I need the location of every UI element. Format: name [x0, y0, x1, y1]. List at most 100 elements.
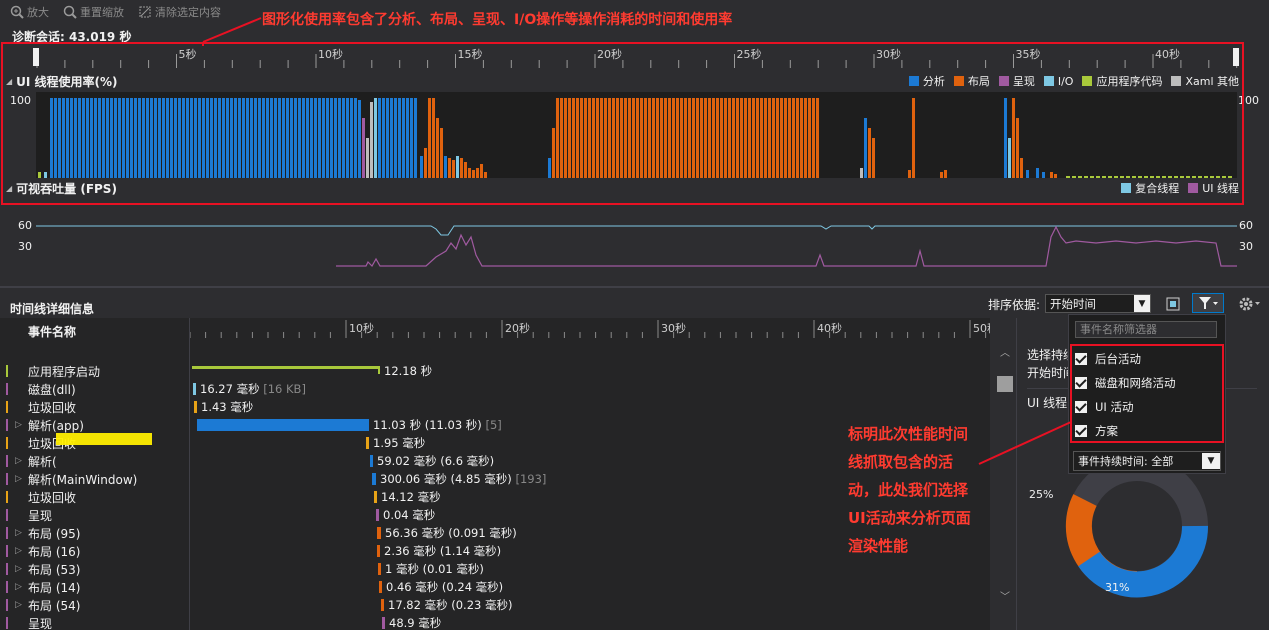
- expand-icon[interactable]: ▷: [15, 546, 22, 556]
- event-row[interactable]: 磁盘(dll) 16.27 毫秒 [16 KB]: [0, 380, 990, 398]
- event-duration-bar[interactable]: [376, 509, 379, 521]
- event-row[interactable]: 呈现 48.9 毫秒: [0, 614, 990, 630]
- annotation-side-arrow: [978, 421, 1072, 465]
- category-marker: [6, 437, 8, 449]
- event-duration-bar[interactable]: [379, 581, 382, 593]
- event-row[interactable]: ▷ 解析(59.02 毫秒 (6.6 毫秒): [0, 452, 990, 470]
- duration-dropdown[interactable]: 事件持续时间: 全部 ▼: [1073, 451, 1221, 471]
- donut-parse-slice: [1078, 525, 1209, 598]
- event-duration-bar[interactable]: [378, 563, 381, 575]
- event-duration-bar[interactable]: [192, 366, 380, 369]
- event-duration-label: 0.46 毫秒 (0.24 毫秒): [386, 579, 503, 595]
- event-duration-bar[interactable]: [372, 473, 376, 485]
- event-duration-bar[interactable]: [370, 455, 373, 467]
- event-row[interactable]: ▷ 布局 (14) 0.46 毫秒 (0.24 毫秒): [0, 578, 990, 596]
- category-marker: [6, 419, 8, 431]
- event-duration-bar[interactable]: [377, 545, 380, 557]
- splitter[interactable]: [0, 286, 1269, 288]
- magnifier-plus-icon: [10, 5, 24, 19]
- expand-icon[interactable]: ▷: [15, 420, 22, 430]
- fps-y-60-right: 60: [1239, 219, 1253, 232]
- event-name-filter-input[interactable]: 事件名称筛选器: [1075, 321, 1217, 338]
- fit-selection-icon: [1166, 297, 1180, 310]
- event-duration-bar[interactable]: [377, 527, 381, 539]
- event-duration-bar[interactable]: [366, 437, 369, 449]
- event-name: 磁盘(dll): [28, 382, 76, 397]
- category-marker: [6, 473, 8, 485]
- event-row[interactable]: ▷ 解析(MainWindow) 300.06 毫秒 (4.85 毫秒) [193]: [0, 470, 990, 488]
- category-marker: [6, 527, 8, 539]
- fps-lines: [36, 225, 1237, 267]
- event-duration-bar[interactable]: [193, 383, 196, 395]
- event-duration-bar[interactable]: [194, 401, 197, 413]
- annotation-line: UI活动来分析页面: [848, 509, 971, 527]
- category-marker: [6, 401, 8, 413]
- event-row[interactable]: ▷ 布局 (95) 56.36 毫秒 (0.091 毫秒): [0, 524, 990, 542]
- event-duration-label: 0.04 毫秒: [383, 507, 435, 523]
- event-duration-bar[interactable]: [197, 419, 369, 431]
- category-marker: [6, 383, 8, 395]
- event-duration-value: 0.04 毫秒: [383, 508, 436, 522]
- event-row[interactable]: ▷ 布局 (53) 1 毫秒 (0.01 毫秒): [0, 560, 990, 578]
- sort-dropdown[interactable]: 开始时间 ▼: [1045, 294, 1151, 313]
- event-row[interactable]: ▷ 解析(app) 11.03 秒 (11.03 秒) [5]: [0, 416, 990, 434]
- sort-label: 排序依据:: [988, 298, 1041, 312]
- event-row[interactable]: 应用程序启动 12.18 秒: [0, 362, 990, 380]
- event-duration-bar[interactable]: [374, 491, 377, 503]
- column-header-event-name: 事件名称: [28, 325, 77, 339]
- event-name: 布局 (14): [28, 580, 81, 595]
- event-name: 布局 (54): [28, 598, 81, 613]
- event-row[interactable]: 垃圾回收 1.43 毫秒: [0, 398, 990, 416]
- event-duration-bar[interactable]: [381, 599, 384, 611]
- annotation-line: 标明此次性能时间: [848, 425, 969, 443]
- details-ruler-label: 20秒: [505, 321, 530, 335]
- settings-button[interactable]: [1235, 294, 1263, 314]
- donut-chart[interactable]: [1057, 458, 1217, 598]
- event-duration-value: 1.95 毫秒: [373, 436, 426, 450]
- event-duration-label: 16.27 毫秒 [16 KB]: [200, 381, 306, 397]
- event-duration-value: 300.06 毫秒 (4.85 毫秒): [380, 472, 512, 486]
- app-window: 放大 重置缩放 清除选定内容 图形化使用率包含了分析、布局、呈现、I/O操作等操…: [0, 0, 1269, 630]
- scroll-down-icon[interactable]: ﹀: [1000, 588, 1010, 603]
- expand-icon[interactable]: ▷: [15, 474, 22, 484]
- scroll-up-icon[interactable]: ︿: [1000, 344, 1010, 359]
- category-marker: [6, 491, 8, 503]
- expand-icon[interactable]: ▷: [15, 456, 22, 466]
- scroll-thumb[interactable]: [997, 376, 1013, 392]
- event-name: 布局 (95): [28, 526, 81, 541]
- event-count: [16 KB]: [259, 382, 306, 396]
- event-duration-bar[interactable]: [382, 617, 385, 629]
- filter-button[interactable]: [1192, 293, 1224, 313]
- details-ruler-label: 40秒: [817, 321, 842, 335]
- expand-icon[interactable]: ▷: [15, 528, 22, 538]
- annotation-line: 动，此处我们选择: [848, 481, 969, 499]
- chevron-down-icon[interactable]: ▼: [1202, 453, 1220, 469]
- expand-icon[interactable]: ▷: [15, 600, 22, 610]
- details-scrollbar[interactable]: ︿ ﹀: [996, 340, 1014, 608]
- event-row[interactable]: ▷ 布局 (54) 17.82 毫秒 (0.23 毫秒): [0, 596, 990, 614]
- expand-icon[interactable]: ▷: [15, 582, 22, 592]
- event-duration-label: 300.06 毫秒 (4.85 毫秒) [193]: [380, 471, 546, 487]
- reset-zoom-label: 重置缩放: [80, 6, 124, 19]
- event-duration-value: 59.02 毫秒 (6.6 毫秒): [377, 454, 495, 468]
- event-count: [5]: [481, 418, 502, 432]
- event-name: 垃圾回收: [28, 400, 77, 415]
- category-marker: [6, 563, 8, 575]
- expand-icon[interactable]: ▷: [15, 564, 22, 574]
- fit-view-button[interactable]: [1163, 294, 1183, 313]
- zoom-in-button[interactable]: 放大: [10, 4, 49, 20]
- event-count: [193]: [511, 472, 547, 486]
- event-duration-label: 56.36 毫秒 (0.091 毫秒): [385, 525, 517, 541]
- event-row[interactable]: ▷ 布局 (16) 2.36 毫秒 (1.14 毫秒): [0, 542, 990, 560]
- reset-zoom-button[interactable]: 重置缩放: [63, 4, 124, 20]
- details-title: 时间线详细信息: [10, 302, 95, 316]
- filter-icon: [1199, 297, 1218, 309]
- category-marker: [6, 599, 8, 611]
- category-marker: [6, 365, 8, 377]
- chevron-down-icon[interactable]: ▼: [1134, 295, 1150, 312]
- category-marker: [6, 617, 8, 629]
- event-duration-value: 14.12 毫秒: [381, 490, 441, 504]
- event-row[interactable]: 呈现 0.04 毫秒: [0, 506, 990, 524]
- fps-chart[interactable]: [36, 207, 1237, 267]
- event-row[interactable]: 垃圾回收 14.12 毫秒: [0, 488, 990, 506]
